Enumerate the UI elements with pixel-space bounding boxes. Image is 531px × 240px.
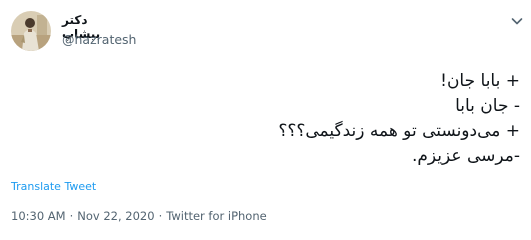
author-handle[interactable]: @hazratesh — [62, 32, 136, 47]
avatar-image — [11, 11, 51, 51]
avatar[interactable] — [11, 11, 51, 51]
tweet-line: + بابا جان! — [440, 71, 520, 91]
tweet-line: -مرسی عزیزم. — [411, 146, 520, 166]
tweet-date[interactable]: Nov 22, 2020 — [77, 209, 154, 223]
tweet-text: + بابا جان! - جان بابا + می‌دونستی تو هم… — [120, 69, 520, 169]
tweet-card: دکتر بیشاپ @hazratesh + بابا جان! - جان … — [0, 0, 531, 240]
tweet-line: + می‌دونستی تو همه زندگیمی؟؟؟ — [278, 121, 520, 141]
chevron-down-icon[interactable] — [509, 13, 525, 29]
meta-separator: · — [69, 209, 74, 223]
tweet-source[interactable]: Twitter for iPhone — [166, 209, 267, 223]
tweet-line: - جان بابا — [455, 96, 520, 116]
translate-tweet-link[interactable]: Translate Tweet — [11, 180, 96, 193]
meta-separator: · — [158, 209, 163, 223]
tweet-time[interactable]: 10:30 AM — [11, 209, 66, 223]
tweet-meta: 10:30 AM · Nov 22, 2020 · Twitter for iPhone — [11, 209, 267, 223]
